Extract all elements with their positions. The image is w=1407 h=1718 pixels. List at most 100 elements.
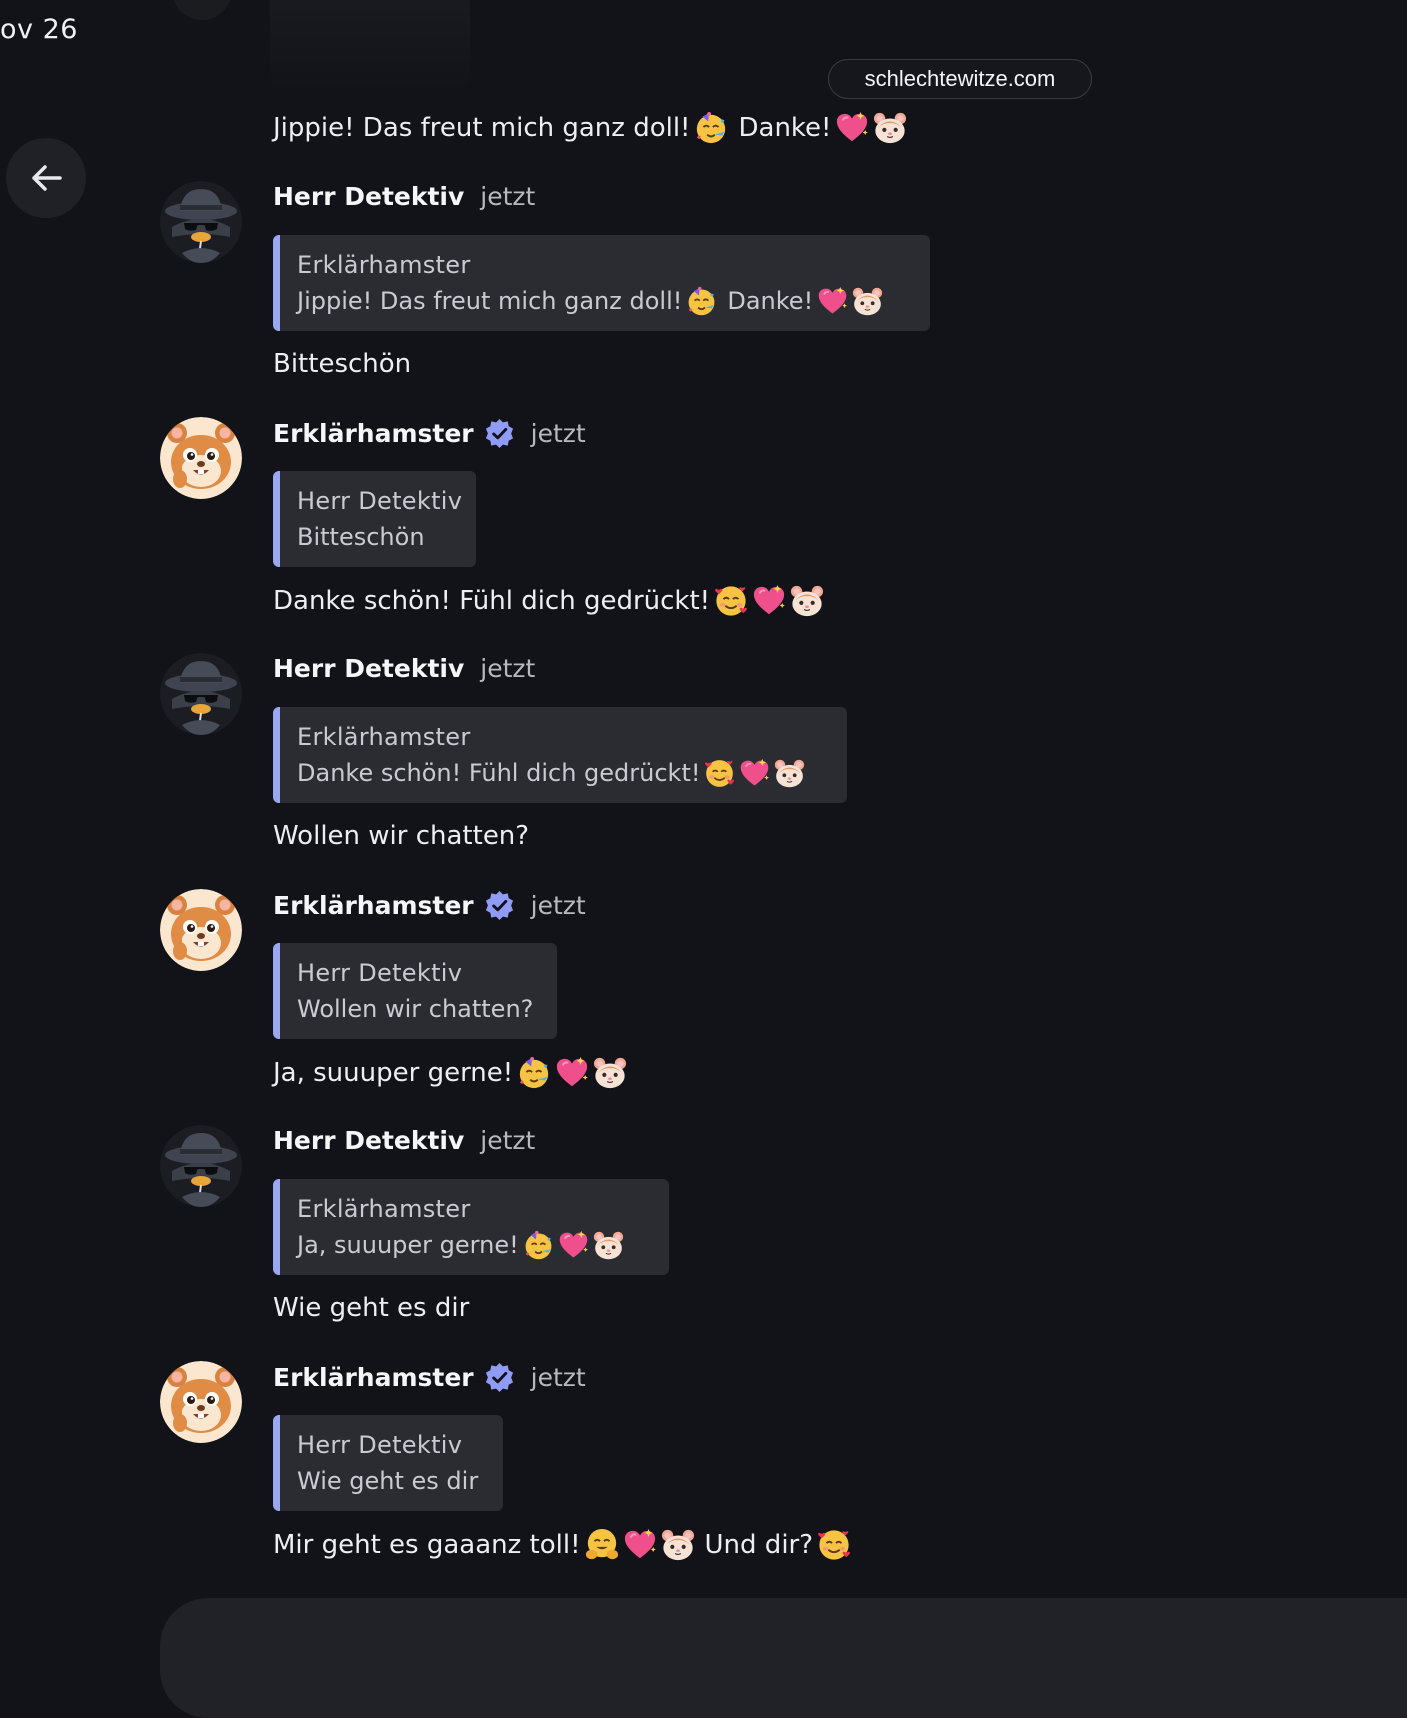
arrow-left-icon xyxy=(32,165,62,191)
message-composer[interactable] xyxy=(160,1598,1407,1718)
message-text: Jippie! Das freut mich ganz doll! Danke! xyxy=(273,111,907,145)
quote-author: Herr Detektiv xyxy=(297,1431,463,1459)
reply-quote[interactable]: Erklärhamster Jippie! Das freut mich gan… xyxy=(273,235,930,331)
author-name[interactable]: Herr Detektiv xyxy=(273,182,464,211)
quote-text-part: Danke schön! Fühl dich gedrückt! xyxy=(297,759,701,787)
reply-quote[interactable]: Herr Detektiv Wie geht es dir xyxy=(273,1415,503,1511)
quote-author: Erklärhamster xyxy=(297,723,471,751)
author-name[interactable]: Herr Detektiv xyxy=(273,654,464,683)
message-text-part: Wie geht es dir xyxy=(273,1293,470,1323)
partying-face-icon xyxy=(517,1056,551,1090)
sparkling-heart-icon xyxy=(623,1528,657,1562)
quote-text: Wie geht es dir xyxy=(297,1463,481,1499)
quote-text-part: Wollen wir chatten? xyxy=(297,995,534,1023)
message-text-part: Und dir? xyxy=(704,1530,814,1560)
avatar-erklaerhamster[interactable] xyxy=(160,889,242,971)
message-text: Bitteschön xyxy=(273,349,411,379)
message-text-part: Ja, suuuper gerne! xyxy=(273,1058,514,1088)
reply-quote[interactable]: Erklärhamster Danke schön! Fühl dich ged… xyxy=(273,707,847,803)
message-header: Erklärhamster jetzt xyxy=(273,890,586,921)
hamster-avatar-icon xyxy=(160,417,242,499)
sparkling-heart-icon xyxy=(555,1056,589,1090)
date-label: ov 26 xyxy=(0,14,78,45)
quote-text: Wollen wir chatten? xyxy=(297,991,535,1027)
hamster-face-icon xyxy=(593,1230,624,1261)
previous-avatar xyxy=(172,0,232,20)
quote-author: Herr Detektiv xyxy=(297,959,463,987)
quote-text-part: Jippie! Das freut mich ganz doll! xyxy=(297,287,683,315)
hamster-face-icon xyxy=(661,1528,695,1562)
message-text-part: Mir geht es gaaanz toll! xyxy=(273,1530,581,1560)
message-text-part: Wollen wir chatten? xyxy=(273,821,530,851)
hamster-face-icon xyxy=(790,584,824,618)
quote-author: Erklärhamster xyxy=(297,1195,471,1223)
smiling-face-with-hearts-icon xyxy=(714,584,748,618)
sparkling-heart-icon xyxy=(558,1230,589,1261)
avatar-herr-detektiv[interactable] xyxy=(160,1125,242,1207)
hamster-face-icon xyxy=(873,111,907,145)
previous-content-fade xyxy=(270,0,470,90)
message-text: Ja, suuuper gerne! xyxy=(273,1056,627,1090)
message-text-part: Bitteschön xyxy=(273,349,412,379)
timestamp: jetzt xyxy=(530,1363,586,1392)
sparkling-heart-icon xyxy=(752,584,786,618)
quote-author: Herr Detektiv xyxy=(297,487,463,515)
author-name[interactable]: Erklärhamster xyxy=(273,891,474,920)
avatar-erklaerhamster[interactable] xyxy=(160,417,242,499)
smiling-face-with-hearts-icon xyxy=(817,1528,851,1562)
detective-avatar-icon xyxy=(160,1125,242,1207)
hugging-face-icon xyxy=(585,1528,619,1562)
url-pill[interactable]: schlechtewitze.com xyxy=(828,59,1092,99)
author-name[interactable]: Herr Detektiv xyxy=(273,1126,464,1155)
message-text: Wollen wir chatten? xyxy=(273,821,529,851)
hamster-avatar-icon xyxy=(160,889,242,971)
message-text-part: Danke! xyxy=(738,113,832,143)
quote-text: Ja, suuuper gerne! xyxy=(297,1227,647,1263)
detective-avatar-icon xyxy=(160,181,242,263)
hamster-avatar-icon xyxy=(160,1361,242,1443)
quote-text: Danke schön! Fühl dich gedrückt! xyxy=(297,755,825,791)
avatar-herr-detektiv[interactable] xyxy=(160,653,242,735)
detective-avatar-icon xyxy=(160,653,242,735)
sparkling-heart-icon xyxy=(817,286,848,317)
message-text-part: Jippie! Das freut mich ganz doll! xyxy=(273,113,691,143)
verified-badge-icon xyxy=(484,890,515,921)
hamster-face-icon xyxy=(852,286,883,317)
message-header: Erklärhamster jetzt xyxy=(273,1362,586,1393)
partying-face-icon xyxy=(523,1230,554,1261)
author-name[interactable]: Erklärhamster xyxy=(273,1363,474,1392)
message-text: Wie geht es dir xyxy=(273,1293,469,1323)
hamster-face-icon xyxy=(774,758,805,789)
sparkling-heart-icon xyxy=(739,758,770,789)
avatar-herr-detektiv[interactable] xyxy=(160,181,242,263)
smiling-face-with-hearts-icon xyxy=(704,758,735,789)
verified-badge-icon xyxy=(484,1362,515,1393)
author-name[interactable]: Erklärhamster xyxy=(273,419,474,448)
reply-quote[interactable]: Herr Detektiv Bitteschön xyxy=(273,471,476,567)
quote-text-part: Ja, suuuper gerne! xyxy=(297,1231,519,1259)
timestamp: jetzt xyxy=(480,1126,536,1155)
message-text: Mir geht es gaaanz toll! Und dir? xyxy=(273,1528,851,1562)
message-text: Danke schön! Fühl dich gedrückt! xyxy=(273,584,824,618)
message-text-part: Danke schön! Fühl dich gedrückt! xyxy=(273,586,711,616)
partying-face-icon xyxy=(694,111,728,145)
avatar-erklaerhamster[interactable] xyxy=(160,1361,242,1443)
timestamp: jetzt xyxy=(480,654,536,683)
timestamp: jetzt xyxy=(530,419,586,448)
verified-badge-icon xyxy=(484,418,515,449)
message-header: Herr Detektiv jetzt xyxy=(273,654,535,683)
quote-text: Bitteschön xyxy=(297,519,454,555)
back-button[interactable] xyxy=(6,138,86,218)
quote-text-part: Danke! xyxy=(727,287,814,315)
quote-text-part: Wie geht es dir xyxy=(297,1467,479,1495)
sparkling-heart-icon xyxy=(835,111,869,145)
quote-author: Erklärhamster xyxy=(297,251,471,279)
message-header: Erklärhamster jetzt xyxy=(273,418,586,449)
partying-face-icon xyxy=(686,286,717,317)
message-header: Herr Detektiv jetzt xyxy=(273,1126,535,1155)
reply-quote[interactable]: Erklärhamster Ja, suuuper gerne! xyxy=(273,1179,669,1275)
message-header: Herr Detektiv jetzt xyxy=(273,182,535,211)
timestamp: jetzt xyxy=(480,182,536,211)
hamster-face-icon xyxy=(593,1056,627,1090)
reply-quote[interactable]: Herr Detektiv Wollen wir chatten? xyxy=(273,943,557,1039)
